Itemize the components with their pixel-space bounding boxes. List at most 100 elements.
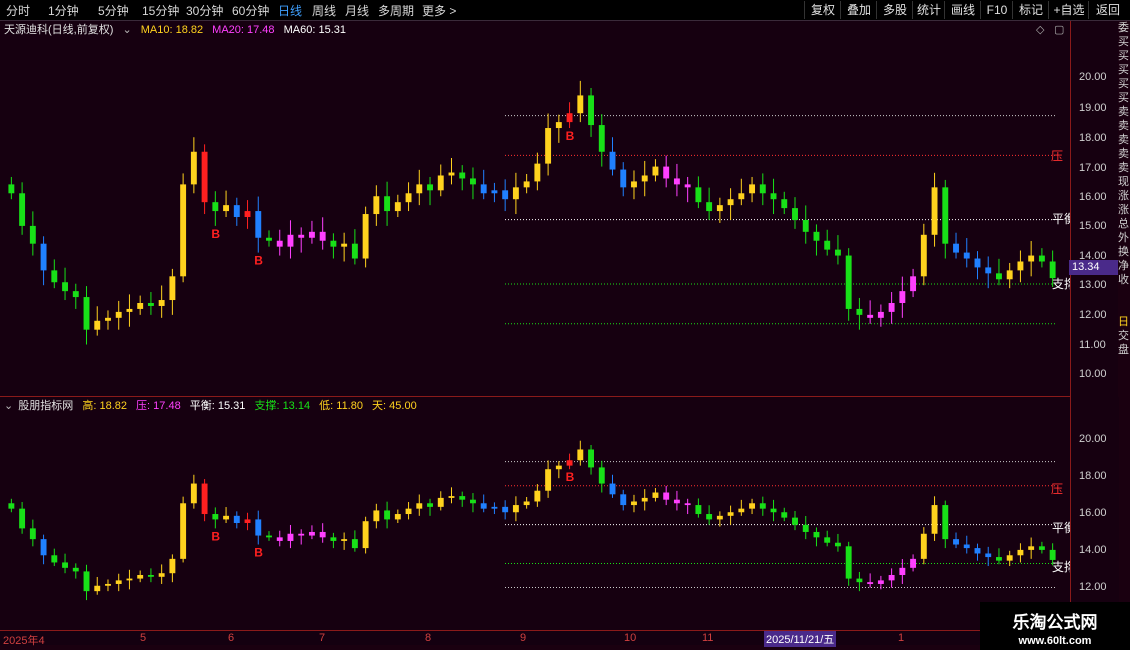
- candle-body: [276, 537, 283, 541]
- strip-char: 卖: [1118, 148, 1129, 160]
- period-15min[interactable]: 15分钟: [142, 2, 179, 19]
- strip-char: 交: [1118, 330, 1129, 342]
- period-fenshi[interactable]: 分时: [6, 2, 30, 19]
- period-monthly[interactable]: 月线: [345, 2, 369, 19]
- candle-body: [620, 494, 627, 506]
- stats-button[interactable]: 统计: [912, 1, 945, 19]
- tian-value: 天: 45.00: [372, 400, 417, 412]
- candle-body: [867, 582, 874, 584]
- lower-price-axis: 20.00 18.00 16.00 14.00 12.00: [1070, 397, 1119, 630]
- back-button[interactable]: 返回: [1088, 1, 1127, 19]
- candle-body: [1017, 261, 1024, 271]
- period-60min[interactable]: 60分钟: [232, 2, 269, 19]
- quote-side-strip: 委 买 买 买 买 买 卖 卖 卖 卖 卖 现 涨 涨 总 外 换 净 收 日 …: [1118, 21, 1130, 630]
- tick-label: 12.00: [1079, 581, 1107, 593]
- candle-body: [813, 231, 820, 241]
- multi-stock-button[interactable]: 多股: [876, 1, 913, 19]
- candle-body: [802, 524, 809, 532]
- upper-candlestick-chart[interactable]: B B B: [0, 39, 1070, 396]
- tick-label: 12.00: [1079, 309, 1107, 321]
- candle-body: [72, 291, 79, 298]
- candle-body: [555, 122, 562, 129]
- candle-body: [308, 231, 315, 238]
- candle-body: [158, 300, 165, 306]
- candle-body: [566, 460, 573, 466]
- candle-body: [845, 546, 852, 579]
- candle-body: [233, 205, 240, 217]
- candle-body: [416, 184, 423, 194]
- pressure-label: 压: [1051, 149, 1064, 163]
- candle-body: [512, 505, 519, 513]
- collapse-icon[interactable]: ⌄: [122, 24, 131, 36]
- upper-price-axis: 20.00 19.00 18.00 17.00 16.00 15.00 14.0…: [1069, 21, 1119, 397]
- candle-body: [566, 113, 573, 123]
- f10-button[interactable]: F10: [980, 1, 1013, 19]
- candle-body: [180, 503, 187, 559]
- candle-body: [29, 225, 36, 244]
- period-5min[interactable]: 5分钟: [98, 2, 129, 19]
- tick-label: 16.00: [1079, 507, 1107, 519]
- candle-body: [920, 533, 927, 559]
- candle-body: [351, 539, 358, 549]
- candle-body: [491, 506, 498, 509]
- collapse-icon[interactable]: ⌄: [4, 400, 13, 412]
- date-label: 7: [319, 632, 326, 644]
- date-label: 1: [898, 632, 905, 644]
- candle-body: [8, 503, 15, 509]
- candle-body: [83, 571, 90, 592]
- fuquan-button[interactable]: 复权: [804, 1, 841, 19]
- candle-body: [169, 558, 176, 574]
- candle-body: [534, 163, 541, 182]
- candle-body: [115, 311, 122, 318]
- site-watermark: 乐淘公式网 www.60lt.com: [980, 602, 1130, 650]
- candle-body: [673, 499, 680, 504]
- strip-char: 现: [1118, 176, 1129, 188]
- candle-body: [115, 580, 122, 584]
- candle-body: [341, 539, 348, 541]
- lower-candlestick-chart[interactable]: B B B: [0, 415, 1070, 630]
- strip-char: 买: [1118, 50, 1129, 62]
- candle-body: [137, 575, 144, 579]
- candle-body: [1028, 255, 1035, 262]
- candle-body: [448, 172, 455, 176]
- candle-body: [641, 497, 648, 502]
- candle-body: [19, 193, 26, 226]
- candle-body: [244, 211, 251, 217]
- strip-char: 买: [1118, 92, 1129, 104]
- strip-char: 卖: [1118, 106, 1129, 118]
- di-value: 低: 11.80: [319, 400, 363, 412]
- diamond-icon[interactable]: ◇: [1036, 23, 1044, 36]
- strip-char: 涨: [1118, 204, 1129, 216]
- buy-signal-label: B: [211, 529, 220, 543]
- period-more[interactable]: 更多 >: [422, 2, 456, 19]
- buy-signal-label: B: [566, 470, 575, 484]
- mark-button[interactable]: 标记: [1012, 1, 1049, 19]
- add-favorite-button[interactable]: +自选: [1048, 1, 1089, 19]
- candle-body: [287, 234, 294, 247]
- candle-body: [147, 575, 154, 577]
- candle-body: [180, 184, 187, 277]
- candle-body: [963, 252, 970, 259]
- overlay-button[interactable]: 叠加: [840, 1, 877, 19]
- candle-body: [867, 314, 874, 318]
- candle-body: [706, 202, 713, 212]
- indicator-info-bar: ⌄ 股朋指标网 高: 18.82 压: 17.48 平衡: 15.31 支撑: …: [4, 397, 423, 415]
- period-1min[interactable]: 1分钟: [48, 2, 79, 19]
- period-daily[interactable]: 日线: [278, 2, 302, 19]
- candle-body: [126, 578, 133, 581]
- period-30min[interactable]: 30分钟: [186, 2, 223, 19]
- period-weekly[interactable]: 周线: [312, 2, 336, 19]
- tick-label: 20.00: [1079, 71, 1107, 83]
- candle-body: [427, 503, 433, 507]
- draw-line-button[interactable]: 画线: [944, 1, 981, 19]
- period-multi[interactable]: 多周期: [378, 2, 414, 19]
- candle-body: [255, 519, 262, 536]
- candle-body: [62, 282, 68, 292]
- candle-body: [212, 514, 219, 520]
- date-label: 5: [140, 632, 147, 644]
- date-label: 9: [520, 632, 527, 644]
- candle-body: [738, 508, 745, 513]
- candle-body: [105, 317, 111, 321]
- candle-body: [996, 557, 1002, 561]
- maximize-icon[interactable]: ▢: [1054, 23, 1064, 36]
